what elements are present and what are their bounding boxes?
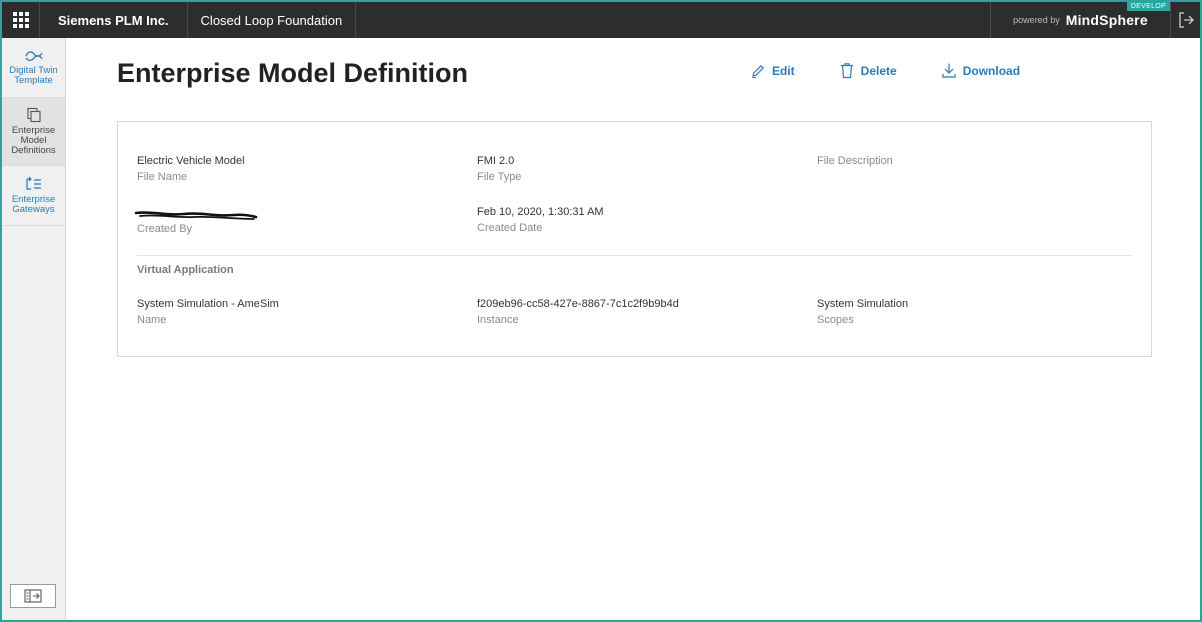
va-name-label: Name xyxy=(137,314,167,326)
file-description-field: File Description xyxy=(817,154,893,168)
page-title: Enterprise Model Definition xyxy=(117,58,469,88)
gateway-list-icon xyxy=(25,176,41,190)
file-name-value: Electric Vehicle Model xyxy=(137,155,245,167)
va-scopes-label: Scopes xyxy=(817,314,854,326)
download-label: Download xyxy=(962,63,1021,78)
sidebar: Digital Twin Template Enterprise Model D… xyxy=(2,38,66,620)
created-date-label: Created Date xyxy=(477,222,543,234)
sidebar-collapse-button[interactable] xyxy=(10,584,56,608)
sidebar-collapse-icon xyxy=(24,589,42,603)
file-description-label: File Description xyxy=(817,155,893,167)
delete-label: Delete xyxy=(860,63,897,78)
created-by-field: Created By xyxy=(137,220,192,236)
virtual-application-heading: Virtual Application xyxy=(137,264,234,276)
action-toolbar: Edit Delete Download xyxy=(750,62,1020,79)
edit-button[interactable]: Edit xyxy=(750,62,795,79)
file-type-field: FMI 2.0 File Type xyxy=(477,154,521,184)
va-scopes-value: System Simulation xyxy=(817,298,909,310)
app-name[interactable]: Closed Loop Foundation xyxy=(188,2,357,38)
app-window: Siemens PLM Inc. Closed Loop Foundation … xyxy=(0,0,1202,622)
copy-icon xyxy=(26,107,41,123)
created-date-field: Feb 10, 2020, 1:30:31 AM Created Date xyxy=(477,205,604,235)
app-launcher-button[interactable] xyxy=(2,2,40,38)
mindsphere-branding: powered by MindSphere DEVELOP xyxy=(990,2,1170,38)
va-name-field: System Simulation - AmeSim Name xyxy=(137,297,279,327)
logout-icon xyxy=(1178,12,1194,28)
va-instance-field: f209eb96-cc58-427e-8867-7c1c2f9b9b4d Ins… xyxy=(477,297,679,327)
created-by-label: Created By xyxy=(137,223,193,235)
sidebar-item-enterprise-gateways[interactable]: Enterprise Gateways xyxy=(2,166,65,226)
top-bar: Siemens PLM Inc. Closed Loop Foundation … xyxy=(2,2,1200,38)
va-instance-value: f209eb96-cc58-427e-8867-7c1c2f9b9b4d xyxy=(477,298,679,310)
va-scopes-field: System Simulation Scopes xyxy=(817,297,908,327)
app-grid-icon xyxy=(12,12,29,28)
section-divider xyxy=(137,255,1132,256)
file-type-value: FMI 2.0 xyxy=(477,155,515,167)
sidebar-item-enterprise-model-definitions[interactable]: Enterprise Model Definitions xyxy=(2,98,65,166)
download-icon xyxy=(942,63,956,78)
va-instance-label: Instance xyxy=(477,314,519,326)
logout-button[interactable] xyxy=(1170,2,1200,38)
tenant-name[interactable]: Siemens PLM Inc. xyxy=(40,2,188,38)
trash-icon xyxy=(840,63,853,79)
file-name-field: Electric Vehicle Model File Name xyxy=(137,154,245,184)
edit-label: Edit xyxy=(772,63,795,78)
sidebar-item-label: Enterprise Model Definitions xyxy=(11,125,56,156)
brand-name: MindSphere xyxy=(1065,12,1148,28)
digital-twin-icon xyxy=(24,51,43,61)
created-date-value: Feb 10, 2020, 1:30:31 AM xyxy=(477,206,604,218)
sidebar-item-digital-twin-template[interactable]: Digital Twin Template xyxy=(2,38,65,98)
file-type-label: File Type xyxy=(477,171,522,183)
environment-badge: DEVELOP xyxy=(1126,2,1170,11)
powered-by-text: powered by xyxy=(1013,15,1060,25)
sidebar-item-label: Digital Twin Template xyxy=(9,65,58,86)
sidebar-item-label: Enterprise Gateways xyxy=(11,194,56,215)
model-details-card: Electric Vehicle Model File Name FMI 2.0… xyxy=(117,121,1152,357)
file-name-label: File Name xyxy=(137,171,188,183)
download-button[interactable]: Download xyxy=(941,62,1020,79)
va-name-value: System Simulation - AmeSim xyxy=(137,298,279,310)
pencil-icon xyxy=(752,64,765,78)
delete-button[interactable]: Delete xyxy=(839,62,897,79)
